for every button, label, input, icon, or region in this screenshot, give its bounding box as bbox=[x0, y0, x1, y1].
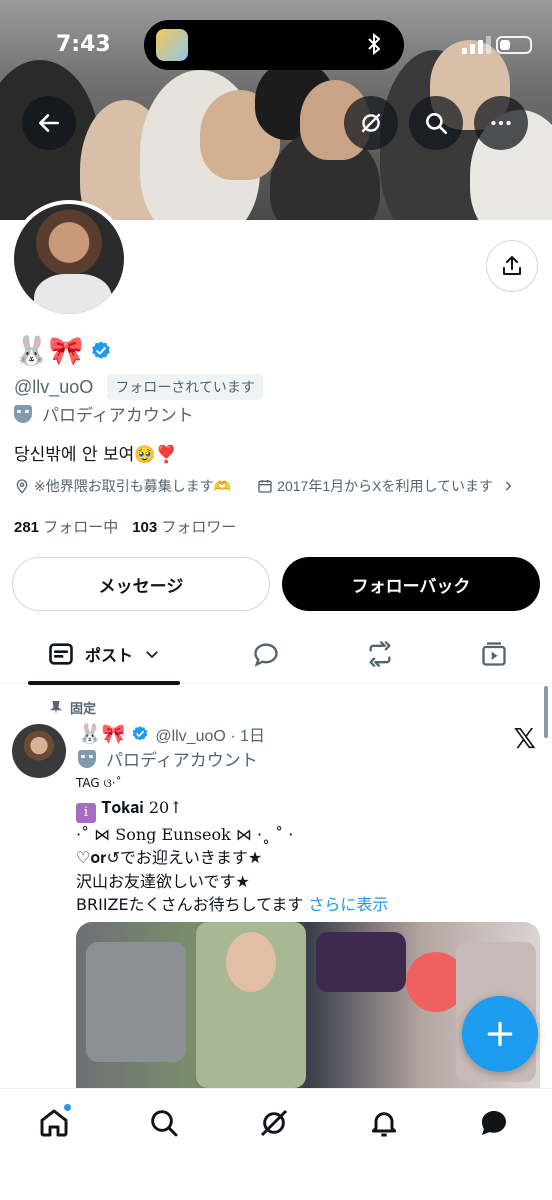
pin-icon bbox=[50, 700, 62, 715]
profile-bio: 당신밖에 안 보여🥹❣️ bbox=[14, 445, 177, 465]
tab-reposts[interactable] bbox=[354, 624, 406, 684]
tab-posts-label: ポスト bbox=[84, 648, 133, 665]
post-line: ♡𝐨𝐫↺でお迎えいきます★ bbox=[76, 848, 263, 867]
post-header: 🐰🎀 @llv_uoO · 1日 bbox=[78, 722, 265, 746]
post-parody-text: パロディアカウント bbox=[106, 751, 258, 770]
share-icon bbox=[503, 256, 521, 275]
profile-tabs: ポスト bbox=[0, 624, 552, 685]
search-icon bbox=[151, 1110, 178, 1137]
post-author-name[interactable]: 🐰🎀 bbox=[78, 722, 125, 746]
profile-meta: ※他界隈お取引も募集します🫶 2017年1月からXを利用しています bbox=[14, 476, 515, 496]
more-button[interactable] bbox=[474, 96, 528, 150]
post-media-image[interactable] bbox=[76, 922, 540, 1088]
back-button[interactable] bbox=[22, 96, 76, 150]
dynamic-island bbox=[144, 20, 404, 70]
compose-icon bbox=[487, 1021, 513, 1047]
verified-badge-icon[interactable] bbox=[90, 340, 112, 362]
bottom-nav bbox=[0, 1088, 552, 1200]
post-line: 沢山お友達欲しいです★ bbox=[76, 871, 250, 891]
post-line: TAG ଓ·˚ bbox=[76, 776, 122, 790]
parody-label-text: パロディアカウント bbox=[42, 406, 194, 425]
scrollbar[interactable] bbox=[544, 686, 548, 738]
reply-bubble-icon bbox=[254, 643, 278, 667]
message-bubble-icon bbox=[482, 1111, 506, 1135]
display-name: 🐰🎀 bbox=[14, 335, 84, 366]
nav-notifications[interactable] bbox=[364, 1103, 404, 1143]
nav-home[interactable] bbox=[34, 1103, 74, 1143]
followers-link[interactable]: 103 フォロワー bbox=[132, 516, 236, 537]
pinned-label: 固定 bbox=[70, 701, 97, 716]
nav-messages[interactable] bbox=[474, 1103, 514, 1143]
bluetooth-icon bbox=[362, 32, 386, 62]
profile-handle: @llv_uoO bbox=[14, 376, 94, 397]
search-icon bbox=[426, 113, 448, 135]
repost-icon bbox=[369, 641, 391, 667]
following-link[interactable]: 281 フォロー中 bbox=[14, 516, 118, 537]
more-icon bbox=[491, 120, 511, 126]
calendar-icon bbox=[258, 480, 272, 493]
profile-joined: 2017年1月からXを利用しています bbox=[277, 478, 494, 494]
profile-name: 🐰🎀 bbox=[14, 334, 112, 367]
grok-icon bbox=[361, 113, 381, 133]
profile-avatar[interactable] bbox=[10, 200, 128, 318]
notification-dot bbox=[63, 1103, 72, 1112]
bell-icon bbox=[371, 1112, 397, 1137]
parody-mask-icon bbox=[78, 749, 96, 768]
back-arrow-icon bbox=[39, 114, 59, 132]
post-handle-time: @llv_uoO · 1日 bbox=[155, 728, 265, 745]
post-text[interactable]: TAG ଓ·˚ i 𝐓𝐨𝐤𝐚𝐢 20↑ ·˚ ⋈ Song Eunseok ⋈ … bbox=[76, 772, 536, 917]
location-pin-icon bbox=[16, 479, 28, 494]
post-avatar[interactable] bbox=[12, 724, 66, 778]
status-bar: 7:43 bbox=[0, 0, 552, 90]
nav-search[interactable] bbox=[144, 1103, 184, 1143]
info-badge-icon: i bbox=[76, 802, 96, 823]
parody-mask-icon bbox=[14, 404, 32, 423]
follow-stats: 281 フォロー中 103 フォロワー bbox=[14, 516, 236, 537]
chevron-right-icon[interactable] bbox=[501, 479, 515, 493]
verified-badge-icon bbox=[133, 726, 148, 741]
follows-you-badge: フォローされています bbox=[107, 374, 263, 400]
compose-button[interactable] bbox=[462, 996, 538, 1072]
tab-replies[interactable] bbox=[240, 624, 292, 684]
follow-back-button[interactable]: フォローバック bbox=[282, 557, 540, 611]
x-logo-icon[interactable]: 𝕏 bbox=[513, 722, 536, 755]
status-time: 7:43 bbox=[56, 32, 111, 57]
post-parody-label: パロディアカウント bbox=[78, 746, 258, 771]
post-line: BRIIZEたくさんお待ちしてます さらに表示 bbox=[76, 895, 389, 914]
profile-location: ※他界隈お取引も募集します🫶 bbox=[34, 478, 232, 494]
search-button[interactable] bbox=[409, 96, 463, 150]
grok-button[interactable] bbox=[344, 96, 398, 150]
grok-icon bbox=[260, 1109, 288, 1137]
show-more-link[interactable]: さらに表示 bbox=[308, 895, 388, 914]
app-icon bbox=[156, 29, 188, 61]
post-line: i 𝐓𝐨𝐤𝐚𝐢 20↑ bbox=[76, 796, 536, 823]
tab-media[interactable] bbox=[468, 624, 520, 684]
battery-icon bbox=[496, 36, 532, 54]
posts-icon bbox=[49, 643, 73, 665]
tab-posts[interactable]: ポスト bbox=[28, 624, 180, 685]
chevron-down-icon bbox=[146, 651, 158, 659]
media-icon bbox=[482, 642, 506, 666]
nav-grok[interactable] bbox=[254, 1103, 294, 1143]
signal-icon bbox=[462, 36, 492, 54]
pinned-indicator: 固定 bbox=[50, 698, 96, 717]
share-button[interactable] bbox=[486, 240, 538, 292]
parody-label[interactable]: パロディアカウント bbox=[14, 401, 194, 426]
post-line: ·˚ ⋈ Song Eunseok ⋈ ·˳ ˚ · bbox=[76, 824, 294, 844]
message-button[interactable]: メッセージ bbox=[12, 557, 270, 611]
